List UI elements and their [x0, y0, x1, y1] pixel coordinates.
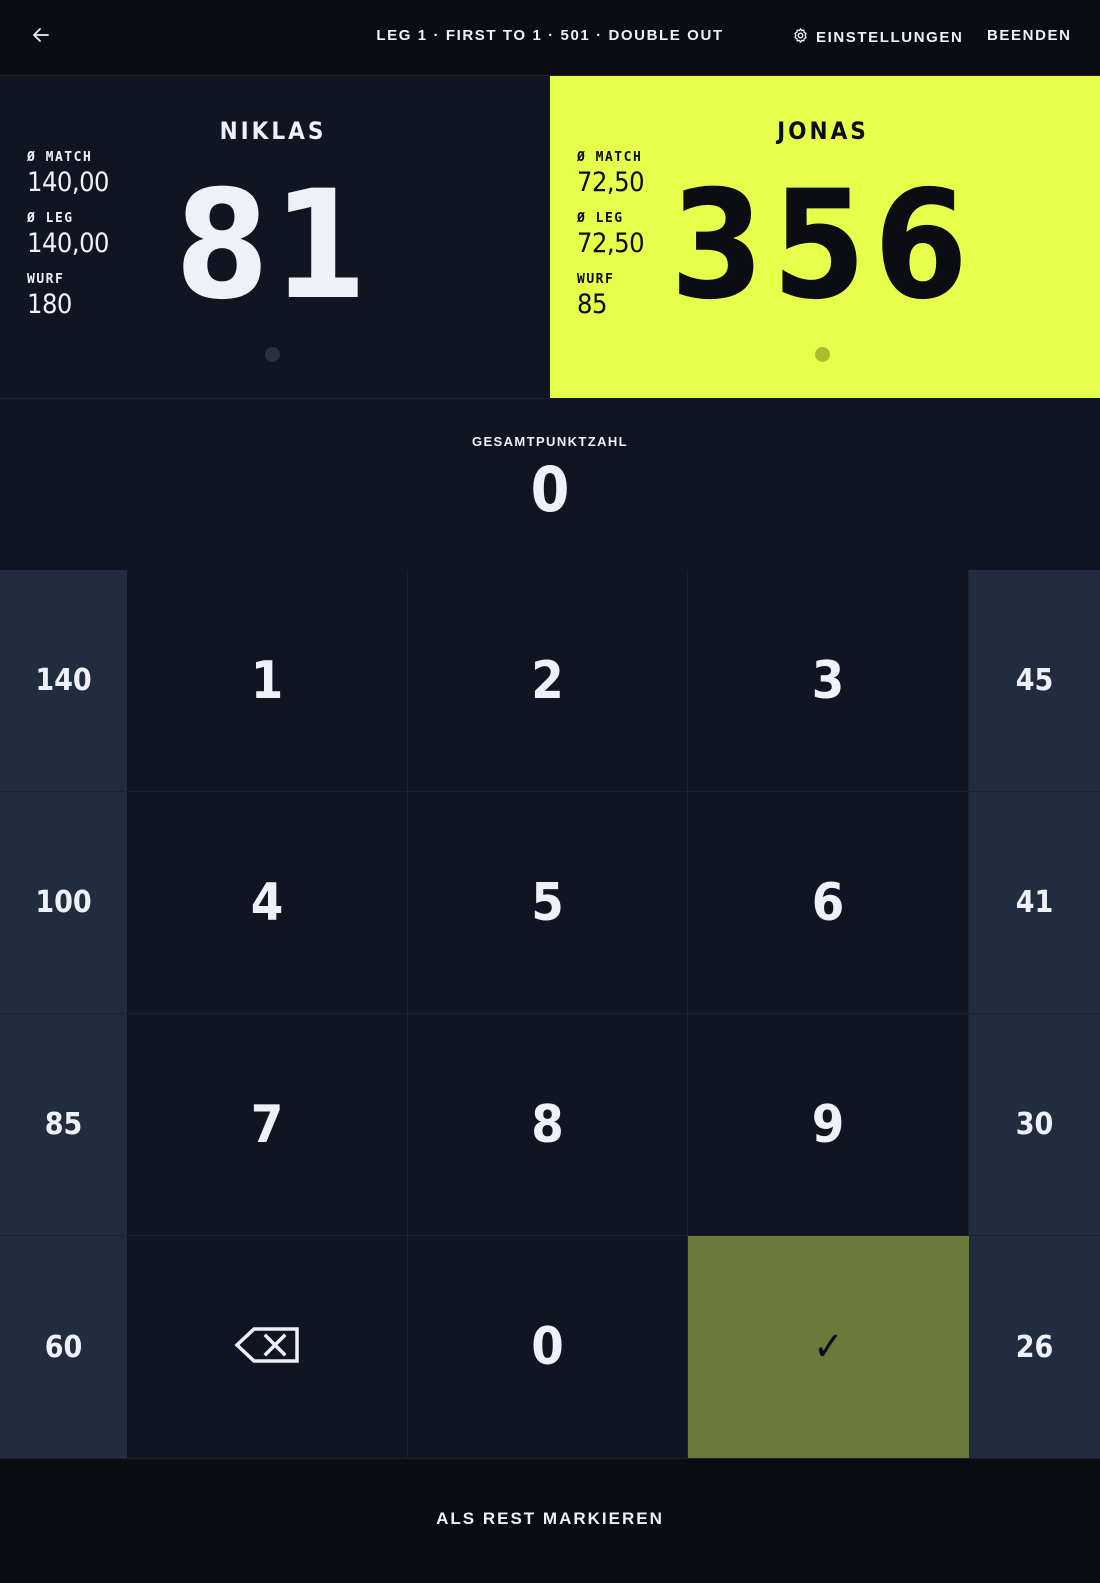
digit-9-button[interactable]: 9: [688, 1014, 969, 1236]
digit-1-button[interactable]: 1: [127, 570, 408, 792]
quick-score-button[interactable]: 30: [969, 1014, 1100, 1236]
settings-button[interactable]: EINSTELLUNGEN: [792, 27, 963, 48]
end-button[interactable]: BEENDEN: [987, 27, 1072, 44]
total-score-value: 0: [530, 453, 570, 526]
digit-2-button[interactable]: 2: [408, 570, 688, 792]
backspace-button[interactable]: [127, 1236, 408, 1459]
footer-bar: ALS REST MARKIEREN: [0, 1459, 1100, 1583]
confirm-button[interactable]: ✓: [688, 1236, 969, 1459]
digit-6-button[interactable]: 6: [688, 792, 969, 1014]
checkmark-icon: ✓: [813, 1324, 844, 1370]
total-score-display: GESAMTPUNKTZAHL 0: [0, 398, 1100, 570]
quick-score-button[interactable]: 45: [969, 570, 1100, 792]
quick-score-button[interactable]: 41: [969, 792, 1100, 1014]
score-keypad: 140 1 2 3 45 100 4 5 6 41 85 7 8 9 30 60…: [0, 570, 1100, 1459]
digit-4-button[interactable]: 4: [127, 792, 408, 1014]
player-panel-jonas: JONAS Ø MATCH 72,50 Ø LEG 72,50 WURF 85 …: [550, 76, 1100, 398]
player-score: 81: [175, 159, 371, 333]
quick-score-button[interactable]: 60: [0, 1236, 127, 1459]
total-score-label: GESAMTPUNKTZAHL: [471, 434, 629, 449]
mark-as-rest-button[interactable]: ALS REST MARKIEREN: [0, 1509, 1100, 1529]
quick-score-button[interactable]: 85: [0, 1014, 127, 1236]
turn-indicator-dot: [815, 347, 830, 362]
digit-3-button[interactable]: 3: [688, 570, 969, 792]
digit-7-button[interactable]: 7: [127, 1014, 408, 1236]
turn-indicator-dot: [265, 347, 280, 362]
quick-score-button[interactable]: 100: [0, 792, 127, 1014]
settings-label: EINSTELLUNGEN: [816, 29, 964, 46]
top-bar: LEG 1 · FIRST TO 1 · 501 · DOUBLE OUT EI…: [0, 0, 1100, 76]
player-name: NIKLAS: [219, 117, 327, 145]
digit-5-button[interactable]: 5: [408, 792, 688, 1014]
backspace-icon: [234, 1317, 300, 1377]
player-panel-niklas: NIKLAS Ø MATCH 140,00 Ø LEG 140,00 WURF …: [0, 76, 550, 399]
quick-score-button[interactable]: 26: [969, 1236, 1100, 1459]
player-name: JONAS: [777, 117, 869, 145]
quick-score-button[interactable]: 140: [0, 570, 127, 792]
digit-8-button[interactable]: 8: [408, 1014, 688, 1236]
digit-0-button[interactable]: 0: [408, 1236, 688, 1459]
player-score: 356: [670, 159, 976, 333]
gear-icon: [792, 27, 809, 48]
